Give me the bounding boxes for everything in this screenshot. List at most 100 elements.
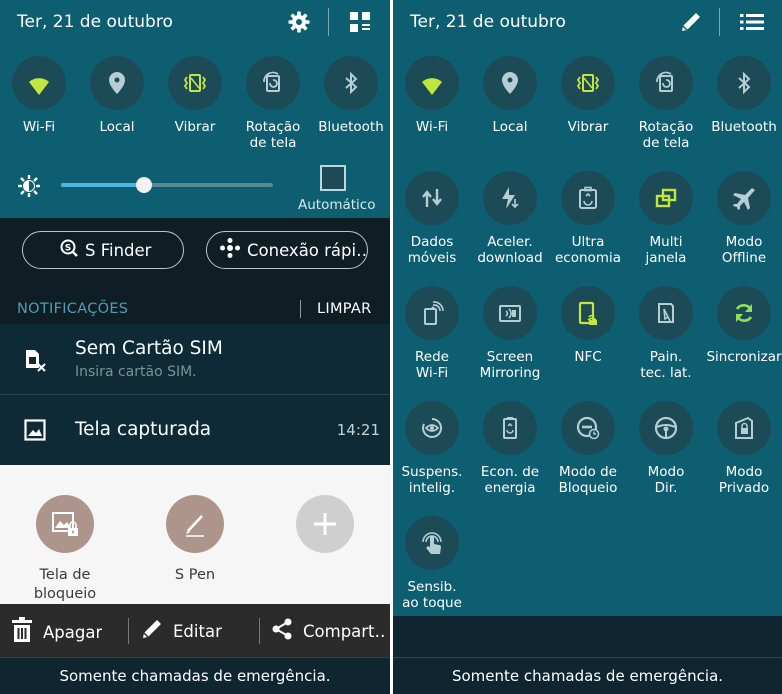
toggle-label: Dados móveis	[407, 234, 457, 266]
panel-bottom-bar	[393, 616, 782, 658]
wifi-icon	[405, 56, 459, 110]
trash-icon	[10, 617, 43, 647]
toggle-rotation[interactable]: Rotação de tela	[628, 56, 704, 151]
blocking-mode-icon	[561, 401, 615, 455]
toggle-private-mode[interactable]: Modo Privado	[706, 401, 782, 496]
download-booster-icon	[483, 171, 537, 225]
share-button[interactable]: Compart…	[270, 617, 386, 645]
screenshot-icon	[24, 419, 46, 445]
toggle-label: Vibrar	[174, 119, 216, 135]
toggle-nfc[interactable]: NFC	[550, 286, 626, 365]
toggle-label: Modo Dir.	[647, 464, 685, 496]
toggle-wifi[interactable]: Wi-Fi	[394, 56, 470, 135]
notifications-title: NOTIFICAÇÕES	[17, 301, 129, 317]
toggle-airplane[interactable]: Modo Offline	[706, 171, 782, 266]
toggle-vibrate[interactable]: Vibrar	[550, 56, 626, 135]
toggle-mobile-data[interactable]: Dados móveis	[394, 171, 470, 266]
sfinder-button[interactable]: S S Finder	[22, 231, 184, 269]
sfinder-icon: S	[59, 238, 85, 262]
delete-button[interactable]: Apagar	[10, 617, 102, 647]
toggle-side-key-panel[interactable]: Pain. tec. lat.	[628, 286, 704, 381]
toggle-label: Modo Privado	[718, 464, 770, 496]
share-icon	[270, 617, 303, 645]
emergency-calls-footer: Somente chamadas de emergência.	[0, 658, 390, 694]
spen-shortcut[interactable]: S Pen	[150, 495, 240, 585]
edit-label: Editar	[173, 621, 222, 641]
toggle-driving-mode[interactable]: Modo Dir.	[628, 401, 704, 496]
toggle-sync[interactable]: Sincronizar	[706, 286, 782, 365]
toggle-label: Aceler. download	[477, 234, 543, 266]
quick-connect-label: Conexão rápi…	[247, 240, 368, 260]
toggle-blocking-mode[interactable]: Modo de Bloqueio	[550, 401, 626, 496]
toggle-smart-stay[interactable]: Suspens. intelig.	[394, 401, 470, 496]
vibrate-icon	[561, 56, 615, 110]
lockscreen-shortcut[interactable]: Tela de bloqueio	[20, 495, 110, 604]
no-sim-icon	[24, 348, 46, 376]
toggle-wifi[interactable]: Wi-Fi	[1, 56, 77, 135]
auto-brightness-checkbox[interactable]	[320, 165, 346, 191]
toggle-touch-sensitivity[interactable]: Sensib. ao toque	[394, 516, 470, 611]
svg-text:S: S	[65, 244, 71, 254]
header-separator	[300, 300, 301, 318]
sfinder-label: S Finder	[85, 240, 152, 260]
toggle-multi-window[interactable]: Multi janela	[628, 171, 704, 266]
bluetooth-icon	[717, 56, 771, 110]
toggle-power-saving[interactable]: Econ. de energia	[472, 401, 548, 496]
toggle-label: Pain. tec. lat.	[640, 349, 692, 381]
bluetooth-icon	[324, 56, 378, 110]
toggle-bluetooth[interactable]: Bluetooth	[706, 56, 782, 135]
location-icon	[483, 56, 537, 110]
toggle-bluetooth[interactable]: Bluetooth	[313, 56, 389, 135]
action-separator	[259, 618, 260, 644]
toggle-vibrate[interactable]: Vibrar	[157, 56, 233, 135]
share-label: Compart…	[303, 621, 386, 641]
toggle-label: Rotação de tela	[245, 119, 301, 151]
emergency-calls-footer: Somente chamadas de emergência.	[393, 658, 782, 694]
quick-settings-panel: Ter, 21 de outubro Wi-Fi Local Vibrar Rotaç…	[393, 0, 782, 694]
toggle-label: Wi-Fi	[415, 119, 449, 135]
lockscreen-icon	[36, 495, 94, 553]
toggle-location[interactable]: Local	[79, 56, 155, 135]
delete-label: Apagar	[43, 622, 103, 642]
toggle-label: Ultra economia	[555, 234, 621, 266]
smart-stay-icon	[405, 401, 459, 455]
screenshot-actions: Apagar Editar Compart…	[0, 604, 390, 657]
auto-brightness-label: Automático	[298, 197, 376, 213]
plus-icon	[296, 495, 354, 553]
toggle-wifi-hotspot[interactable]: Rede Wi-Fi	[394, 286, 470, 381]
multi-window-icon	[639, 171, 693, 225]
toggle-label: Bluetooth	[711, 119, 777, 135]
toggle-label: Multi janela	[645, 234, 687, 266]
toggle-download-booster[interactable]: Aceler. download	[472, 171, 548, 266]
spen-icon	[166, 495, 224, 553]
notification-title: Tela capturada	[75, 419, 212, 440]
toggle-label: Bluetooth	[318, 119, 384, 135]
brightness-thumb[interactable]	[135, 177, 152, 193]
wifi-hotspot-icon	[405, 286, 459, 340]
notification-no-sim[interactable]: Sem Cartão SIM Insira cartão SIM.	[0, 324, 390, 394]
notification-title: Sem Cartão SIM	[75, 338, 223, 359]
add-shortcut-button[interactable]	[280, 495, 370, 553]
toggle-label: Sincronizar	[706, 349, 782, 365]
vibrate-icon	[168, 56, 222, 110]
brightness-fill	[61, 183, 144, 187]
toggle-screen-mirroring[interactable]: Screen Mirroring	[472, 286, 548, 381]
toggle-label: Local	[492, 119, 528, 135]
toggle-location[interactable]: Local	[472, 56, 548, 135]
notification-panel: Ter, 21 de outubro Wi-Fi Local Vibrar Rotaç…	[0, 0, 390, 694]
toggle-rotation[interactable]: Rotação de tela	[235, 56, 311, 151]
toggle-ultra-power-saving[interactable]: Ultra economia	[550, 171, 626, 266]
brightness-slider[interactable]	[61, 177, 273, 193]
notifications-header: NOTIFICAÇÕES LIMPAR	[0, 296, 390, 324]
clear-button[interactable]: LIMPAR	[317, 301, 371, 317]
toggle-label: Local	[99, 119, 135, 135]
notification-screenshot[interactable]: Tela capturada 14:21	[0, 395, 390, 465]
toggle-label: Modo de Bloqueio	[558, 464, 618, 496]
edit-button[interactable]: Editar	[140, 617, 222, 645]
toggle-label: Vibrar	[567, 119, 609, 135]
shortcut-bar: S S Finder Conexão rápi…	[0, 218, 390, 296]
sheet-label: Tela de bloqueio	[33, 567, 97, 602]
quick-connect-button[interactable]: Conexão rápi…	[206, 231, 368, 269]
toggle-label: Suspens. intelig.	[401, 464, 463, 496]
pencil-icon	[140, 617, 173, 645]
